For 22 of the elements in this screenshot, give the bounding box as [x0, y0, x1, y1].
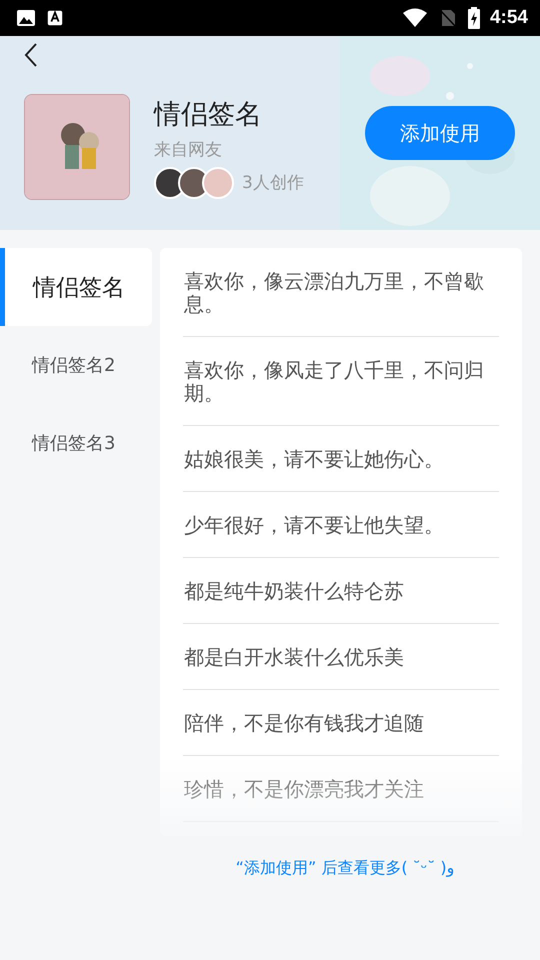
category-tab[interactable]: 情侣签名3: [0, 404, 152, 482]
status-time: 4:54: [490, 7, 528, 29]
signature-item[interactable]: 都是纯牛奶装什么特仑苏: [183, 558, 499, 624]
wifi-icon: [402, 8, 428, 28]
signature-item[interactable]: 少年很好，请不要让他失望。: [183, 492, 499, 558]
signature-item[interactable]: 都是白开水装什么优乐美: [183, 624, 499, 690]
add-button[interactable]: 添加使用: [365, 106, 515, 160]
font-icon: [46, 9, 64, 27]
category-tab[interactable]: 情侣签名: [0, 248, 152, 326]
signature-item[interactable]: 喜欢你，像云漂泊九万里，不曾歇息。: [183, 248, 499, 337]
image-icon: [16, 8, 36, 28]
avatar: [202, 166, 234, 198]
signature-item[interactable]: 陪伴，不是你有钱我才追随: [183, 690, 499, 756]
more-hint: “添加使用” 后查看更多( ˘ᵕ˘ )و: [234, 858, 456, 879]
back-icon[interactable]: [24, 42, 38, 68]
title: 情侣签名: [154, 98, 263, 132]
signature-item[interactable]: 姑娘很美，请不要让她伤心。: [183, 426, 499, 492]
signature-item[interactable]: 喜欢你，像风走了八千里，不问归期。: [183, 337, 499, 426]
battery-icon: [468, 7, 480, 29]
category-tab[interactable]: 情侣签名2: [0, 326, 152, 404]
source-label: 来自网友: [154, 138, 223, 160]
creator-count: 3人创作: [242, 172, 304, 194]
